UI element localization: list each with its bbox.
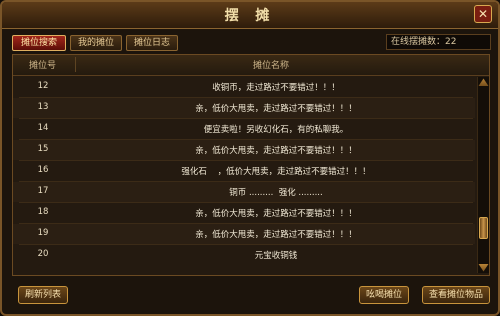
title-bar: 摆 摊 ✕	[2, 2, 498, 29]
stall-name: 亲，低价大甩卖，走过路过不要错过！！！	[195, 146, 357, 156]
table-row[interactable]: 17 铜币 ......... 强化 .........	[13, 182, 475, 202]
table-row[interactable]: 14 便宜卖啦！另收幻化石，有的私聊我。	[13, 119, 475, 139]
stall-name: 亲，低价大甩卖，走过路过不要错过！！！	[195, 104, 357, 114]
header-stall-name: 摊位名称	[253, 61, 290, 71]
tab-my-stall[interactable]: 我的摊位	[70, 35, 122, 51]
table-row[interactable]: 12 收铜币，走过路过不要错过！！！	[13, 77, 475, 97]
stall-window: 摆 摊 ✕ 摊位搜索 我的摊位 摊位日志 在线摆摊数：22 摊位号 摊位名称 1…	[0, 0, 500, 316]
tab-stall-search[interactable]: 摊位搜索	[12, 35, 66, 51]
close-icon[interactable]: ✕	[474, 5, 492, 23]
stall-number: 15	[37, 144, 49, 154]
stall-name: 亲，低价大甩卖，走过路过不要错过！！！	[195, 209, 357, 219]
scrollbar[interactable]	[477, 77, 489, 273]
stall-name: 收铜币，走过路过不要错过！！！	[212, 83, 340, 93]
scroll-thumb[interactable]	[479, 217, 488, 239]
scroll-down-arrow-icon[interactable]	[478, 264, 489, 272]
stall-number: 19	[37, 228, 49, 238]
online-stall-count: 在线摆摊数：22	[386, 34, 491, 50]
shout-stall-button[interactable]: 吆喝摊位	[359, 286, 409, 304]
stall-name: 便宜卖啦！另收幻化石，有的私聊我。	[203, 125, 349, 135]
stall-name: 元宝收铜钱	[254, 251, 298, 261]
table-header: 摊位号 摊位名称	[13, 55, 489, 76]
stall-number: 18	[37, 207, 49, 217]
table-row[interactable]: 15 亲，低价大甩卖，走过路过不要错过！！！	[13, 140, 475, 160]
window-title: 摆 摊	[224, 8, 276, 24]
stall-name: 强化石 ，低价大甩卖，走过路过不要错过！！！	[181, 167, 371, 177]
view-stall-goods-button[interactable]: 查看摊位物品	[422, 286, 490, 304]
stall-number: 12	[37, 81, 49, 91]
stall-number: 20	[37, 249, 49, 259]
header-stall-number: 摊位号	[29, 61, 57, 71]
table-row[interactable]: 18 亲，低价大甩卖，走过路过不要错过！！！	[13, 203, 475, 223]
table-row[interactable]: 13 亲，低价大甩卖，走过路过不要错过！！！	[13, 98, 475, 118]
stall-number: 14	[37, 123, 49, 133]
stall-number: 13	[37, 102, 49, 112]
table-row[interactable]: 16 强化石 ，低价大甩卖，走过路过不要错过！！！	[13, 161, 475, 181]
scroll-up-arrow-icon[interactable]	[478, 78, 489, 86]
table-row[interactable]: 20 元宝收铜钱	[13, 245, 475, 265]
stall-number: 17	[37, 186, 49, 196]
stall-name: 铜币 ......... 强化 .........	[229, 188, 323, 198]
stall-list-panel: 摊位号 摊位名称 12 收铜币，走过路过不要错过！！！ 13 亲，低价大甩卖，走…	[12, 54, 490, 276]
table-row[interactable]: 19 亲，低价大甩卖，走过路过不要错过！！！	[13, 224, 475, 244]
column-divider	[75, 57, 76, 72]
refresh-list-button[interactable]: 刷新列表	[18, 286, 68, 304]
tab-stall-log[interactable]: 摊位日志	[126, 35, 178, 51]
stall-name: 亲，低价大甩卖，走过路过不要错过！！！	[195, 230, 357, 240]
stall-number: 16	[37, 165, 49, 175]
